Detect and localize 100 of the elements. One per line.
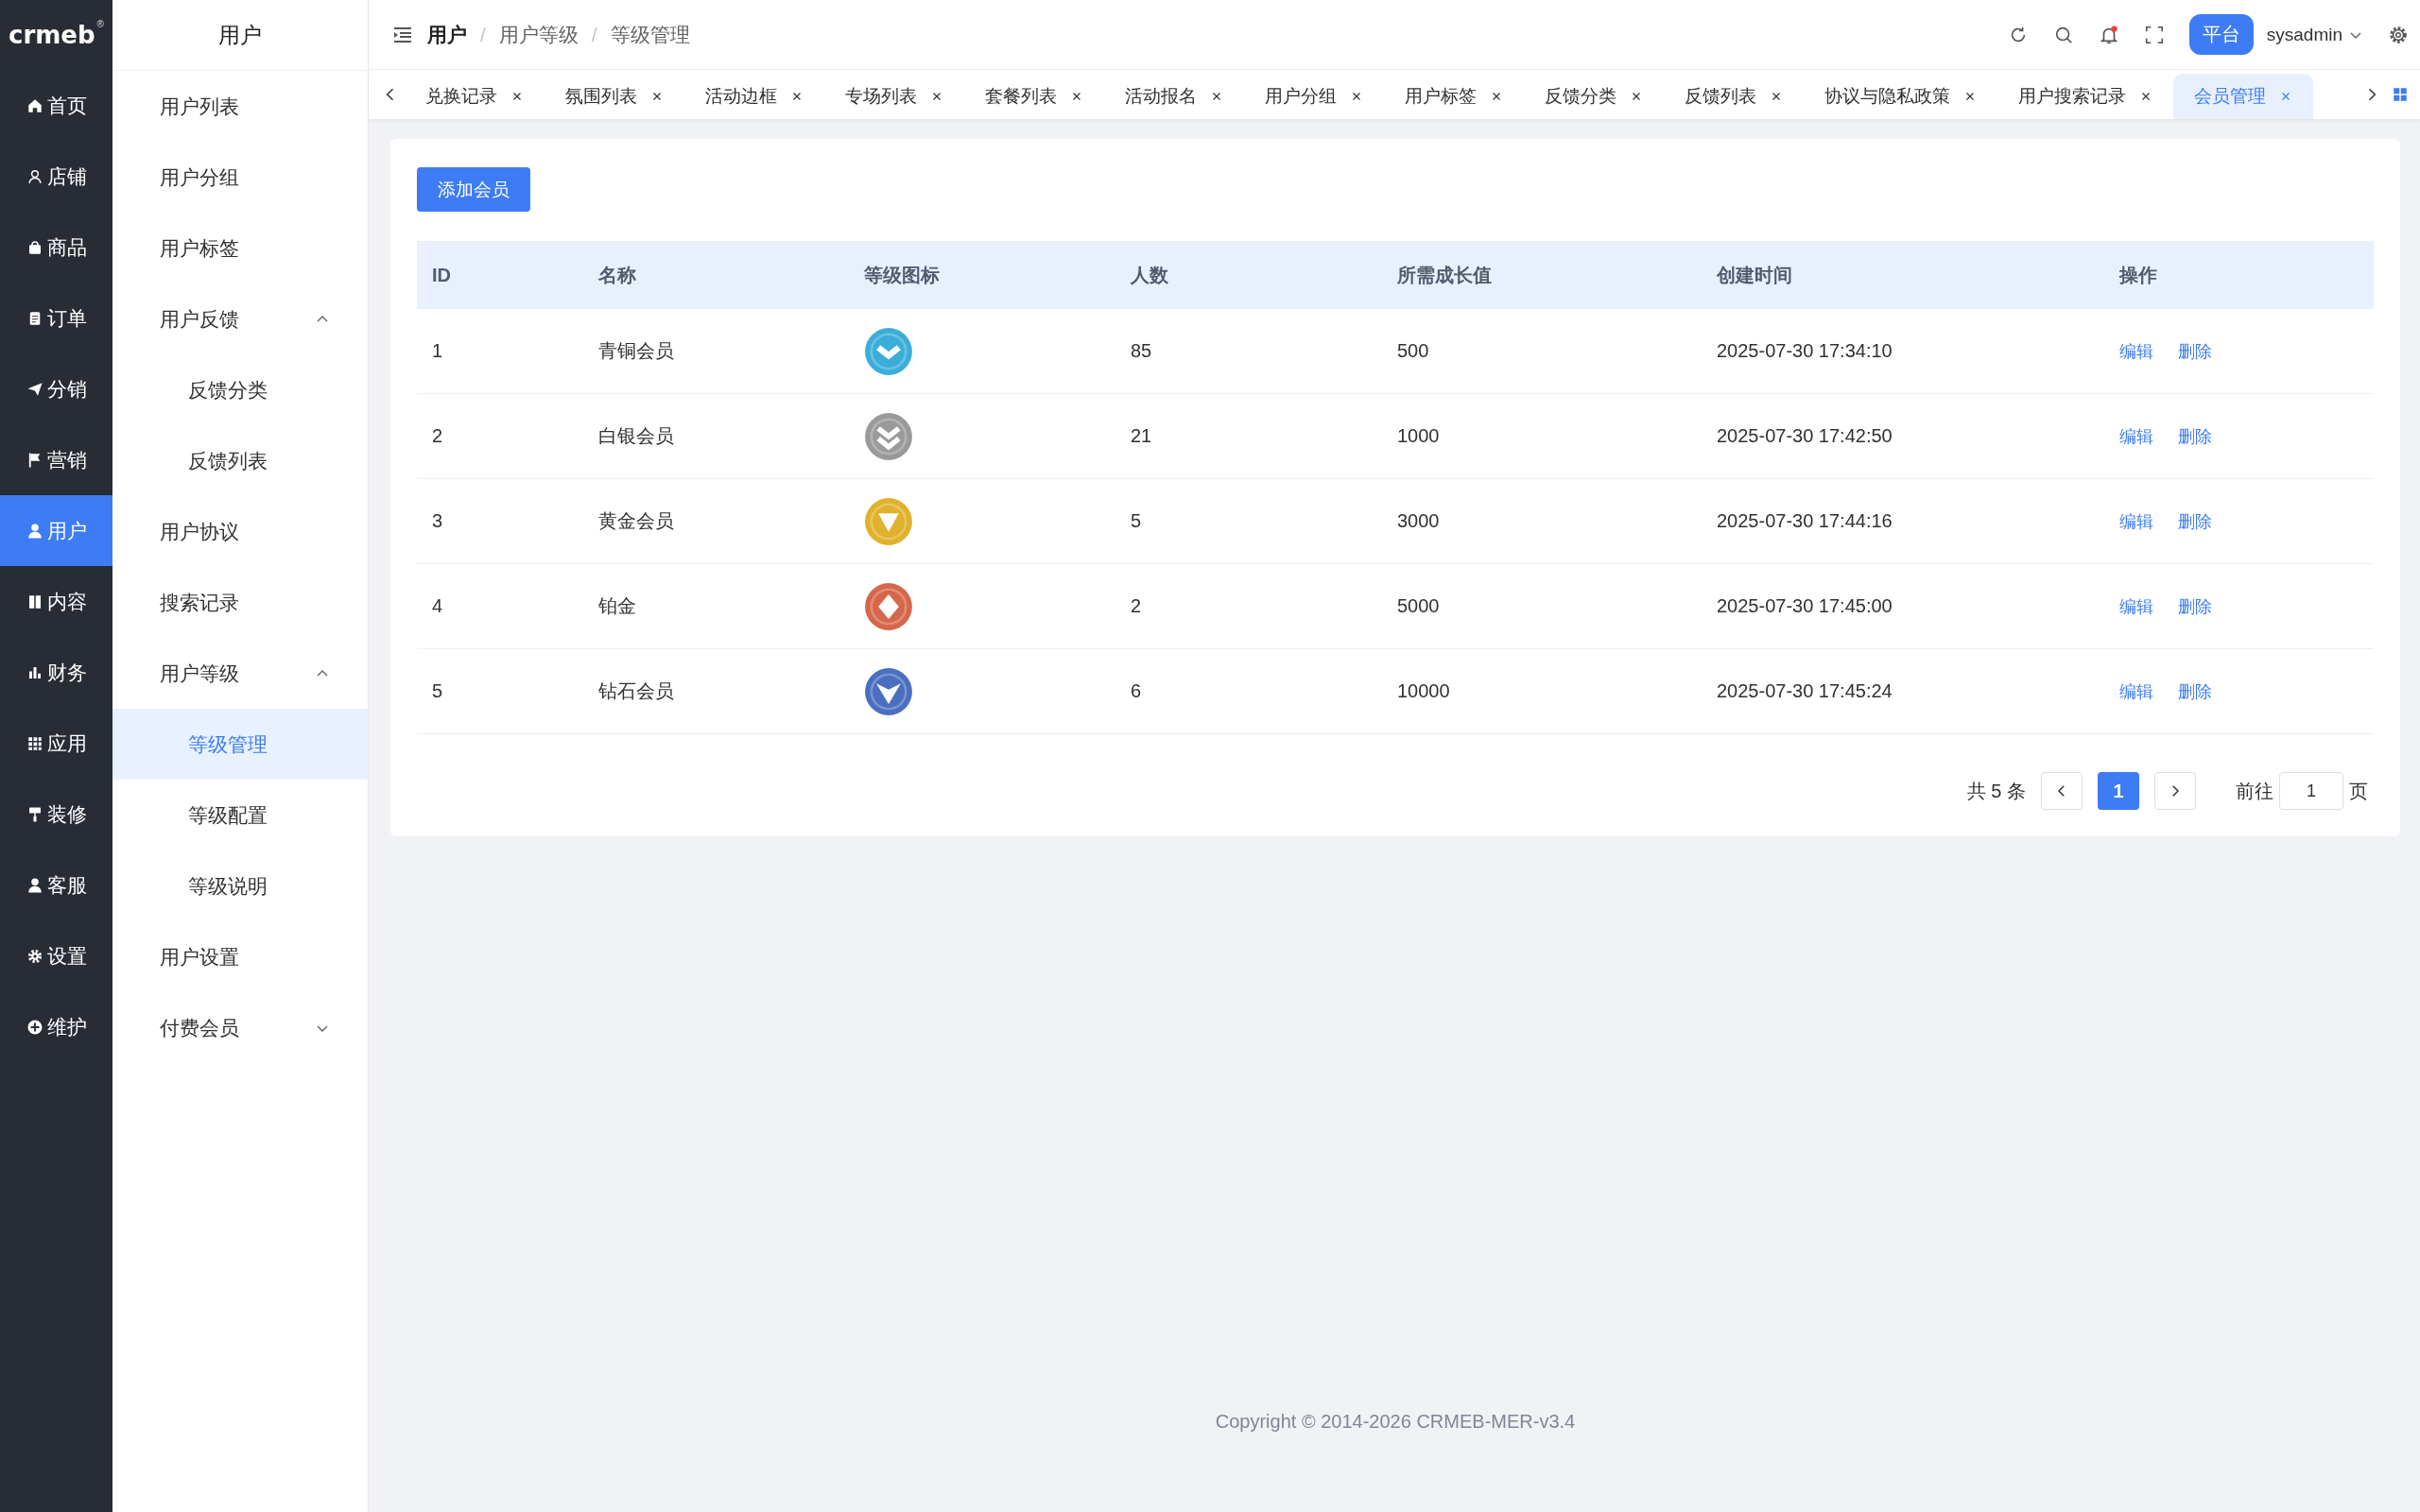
menu-item[interactable]: 用户分组 [112, 142, 368, 213]
tab[interactable]: 专场列表 [824, 74, 964, 119]
table-cell-text: 2025-07-30 17:45:24 [1716, 680, 1893, 702]
column-header: 所需成长值 [1396, 263, 1493, 287]
table-cell-text: 1000 [1396, 425, 1441, 447]
column-header: 人数 [1130, 263, 1169, 287]
table-cell-text: 10000 [1396, 680, 1451, 702]
table-cell-text: 6 [1130, 680, 1143, 702]
user-menu[interactable]: sysadmin [2266, 24, 2363, 45]
delete-link[interactable]: 删除 [2178, 339, 2212, 363]
table-cell-text: 黄金会员 [597, 509, 675, 533]
edit-link[interactable]: 编辑 [2119, 424, 2153, 448]
breadcrumb-item: 等级管理 [610, 22, 690, 47]
table-cell-text: 白银会员 [597, 424, 675, 448]
nav-item[interactable]: 营销 [0, 424, 112, 495]
page-suffix: 页 [2349, 779, 2368, 803]
menu-item[interactable]: 付费会员 [112, 992, 368, 1063]
menu-item[interactable]: 用户列表 [112, 71, 368, 142]
delete-link[interactable]: 删除 [2178, 594, 2212, 618]
menu-item[interactable]: 用户设置 [112, 921, 368, 992]
add-member-button[interactable]: 添加会员 [417, 167, 530, 212]
grid-icon [2392, 86, 2409, 103]
breadcrumb-item[interactable]: 用户等级 [498, 21, 579, 48]
tab[interactable]: 用户搜索记录 [1997, 74, 2173, 119]
table-cell-text: 3000 [1396, 510, 1441, 532]
breadcrumb-item[interactable]: 用户 [427, 21, 467, 48]
tab[interactable]: 活动报名 [1104, 74, 1244, 119]
menu-item[interactable]: 用户标签 [112, 213, 368, 284]
nav-item[interactable]: 商品 [0, 212, 112, 283]
table-cell-text: 85 [1130, 340, 1153, 362]
prev-page-button[interactable] [2041, 772, 2083, 810]
fullscreen-icon [2143, 24, 2165, 45]
table-cell-text: 5000 [1396, 595, 1441, 617]
table-cell-text: 2025-07-30 17:45:00 [1716, 595, 1893, 617]
menu-item[interactable]: 用户等级 [112, 638, 368, 709]
column-header: 操作 [2118, 263, 2158, 287]
menu-item[interactable]: 等级说明 [112, 850, 368, 921]
menu-title: 用户 [112, 0, 368, 71]
nav-item[interactable]: 财务 [0, 637, 112, 708]
menu-item[interactable]: 反馈列表 [112, 425, 368, 496]
copyright-text: Copyright © 2014-2026 CRMEB-MER-v3.4 [1214, 1411, 1577, 1434]
nav-item[interactable]: 分销 [0, 353, 112, 424]
nav-item[interactable]: 维护 [0, 991, 112, 1062]
delete-link[interactable]: 删除 [2178, 509, 2212, 533]
person-icon [26, 876, 43, 894]
tab[interactable]: 活动边框 [684, 74, 824, 119]
tab[interactable]: 协议与隐私政策 [1804, 74, 1997, 119]
table-cell-text: 4 [431, 595, 444, 617]
nav-item[interactable]: 内容 [0, 566, 112, 637]
menu-item[interactable]: 等级配置 [112, 780, 368, 850]
nav-item[interactable]: 用户 [0, 495, 112, 566]
nav-item[interactable]: 订单 [0, 283, 112, 353]
table-cell-text: 21 [1130, 425, 1153, 447]
table-cell-text: 铂金 [597, 594, 637, 618]
nav-item[interactable]: 应用 [0, 708, 112, 779]
total-count: 共 5 条 [1966, 779, 2026, 803]
table-cell-text: 500 [1396, 340, 1430, 362]
nav-item[interactable]: 客服 [0, 850, 112, 920]
table-cell-text: 1 [431, 340, 444, 362]
page-input[interactable]: 1 [2279, 772, 2343, 810]
edit-link[interactable]: 编辑 [2119, 679, 2153, 703]
tab[interactable]: 用户分组 [1244, 74, 1384, 119]
table-cell-text: 2 [1130, 595, 1143, 617]
page-button[interactable]: 1 [2098, 772, 2139, 810]
column-header: 创建时间 [1715, 263, 1793, 287]
nav-item[interactable]: 店铺 [0, 141, 112, 212]
table-cell-text: 5 [1130, 510, 1143, 532]
delete-link[interactable]: 删除 [2178, 424, 2212, 448]
registered-mark: ® [96, 19, 104, 29]
table-cell-text: 2025-07-30 17:34:10 [1716, 340, 1893, 362]
menu-item[interactable]: 用户协议 [112, 496, 368, 567]
logo-text: crmeb [9, 21, 95, 49]
tab[interactable]: 反馈列表 [1664, 74, 1804, 119]
column-header: 等级图标 [863, 263, 941, 287]
next-page-button[interactable] [2154, 772, 2196, 810]
tab[interactable]: 用户标签 [1384, 74, 1524, 119]
edit-link[interactable]: 编辑 [2119, 509, 2153, 533]
settings-icon [2388, 24, 2409, 45]
column-header: ID [431, 264, 452, 286]
tab[interactable]: 反馈分类 [1524, 74, 1664, 119]
tab[interactable]: 兑换记录 [405, 74, 544, 119]
settings-icon [26, 947, 43, 965]
nav-item[interactable]: 装修 [0, 779, 112, 850]
menu-item[interactable]: 用户反馈 [112, 284, 368, 354]
platform-button[interactable]: 平台 [2188, 14, 2254, 55]
edit-link[interactable]: 编辑 [2119, 339, 2153, 363]
breadcrumb-separator: / [591, 23, 597, 46]
delete-link[interactable]: 删除 [2178, 679, 2212, 703]
table-cell-text: 3 [431, 510, 444, 532]
table-cell-text: 5 [431, 680, 444, 702]
tab[interactable]: 套餐列表 [964, 74, 1104, 119]
edit-link[interactable]: 编辑 [2119, 594, 2153, 618]
menu-item[interactable]: 搜索记录 [112, 567, 368, 638]
nav-item[interactable]: 首页 [0, 70, 112, 141]
table-cell-text: 钻石会员 [597, 679, 675, 703]
table-cell-text: 青铜会员 [597, 339, 675, 363]
nav-item[interactable]: 设置 [0, 920, 112, 991]
menu-item[interactable]: 反馈分类 [112, 354, 368, 425]
tab[interactable]: 氛围列表 [544, 74, 684, 119]
table-cell-text: 2 [431, 425, 444, 447]
